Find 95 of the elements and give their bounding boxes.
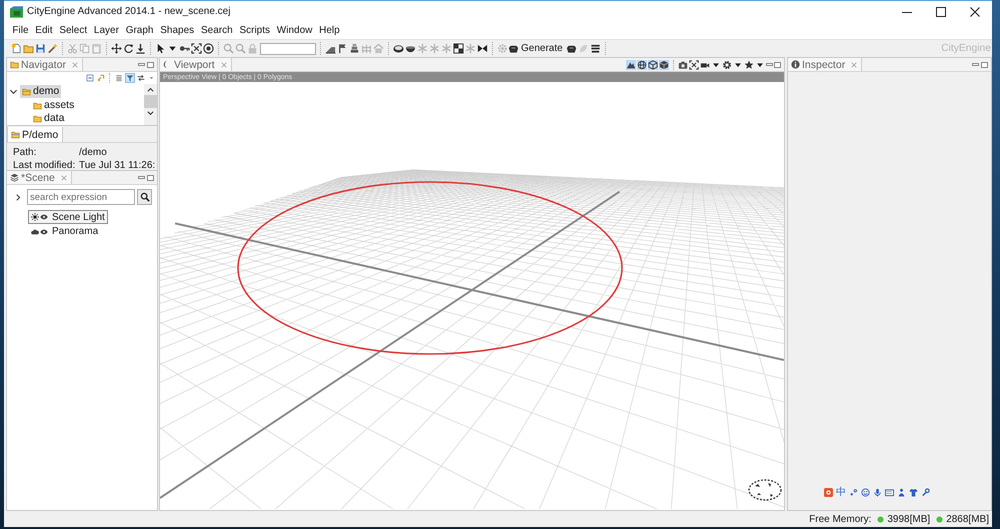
- keyboard-icon[interactable]: [885, 488, 894, 497]
- shirt-icon[interactable]: [909, 488, 918, 497]
- cloud-icon: [31, 228, 39, 236]
- wrench-icon[interactable]: [921, 488, 930, 497]
- filter-icon[interactable]: [124, 73, 134, 83]
- rotate-icon[interactable]: [122, 43, 134, 54]
- viewport-tab[interactable]: Viewport: [160, 58, 232, 71]
- camera-icon[interactable]: [678, 60, 688, 70]
- checker-tile-icon[interactable]: [452, 43, 464, 54]
- memory-reading: 2868[MB]: [946, 514, 989, 524]
- menu-item[interactable]: Edit: [32, 24, 56, 37]
- folder-icon[interactable]: [22, 43, 34, 54]
- blob-icon: [508, 43, 519, 54]
- sun-icon: [31, 213, 39, 222]
- inspector-tab[interactable]: Inspector: [788, 58, 862, 71]
- window-title: CityEngine Advanced 2014.1 - new_scene.cej: [27, 6, 230, 17]
- frame-corners-icon[interactable]: [190, 43, 202, 54]
- close-icon[interactable]: [970, 6, 980, 16]
- cube-outline-icon[interactable]: [648, 60, 658, 70]
- menu-item[interactable]: Graph: [122, 24, 157, 37]
- folder-icon: [10, 60, 19, 69]
- input-mode-label[interactable]: 中: [836, 487, 846, 498]
- properties-tab[interactable]: P/demo: [7, 127, 64, 142]
- eye-icon[interactable]: [40, 228, 48, 236]
- ellipse-shape[interactable]: [237, 181, 623, 355]
- wire-sphere-icon[interactable]: [637, 60, 647, 70]
- scrollbar-thumb[interactable]: [144, 95, 157, 108]
- menu-item[interactable]: Select: [56, 24, 90, 37]
- frame-corners-icon[interactable]: [689, 60, 699, 70]
- key-icon[interactable]: [178, 43, 190, 54]
- toolbar-input-field[interactable]: [260, 42, 316, 54]
- bowl-icon[interactable]: [404, 43, 416, 54]
- wand-icon[interactable]: [46, 43, 58, 54]
- gear-icon[interactable]: [722, 60, 732, 70]
- folder-icon: [11, 130, 20, 139]
- scene-object-row[interactable]: Scene Light: [28, 210, 108, 224]
- swap-arrows-icon[interactable]: [136, 73, 146, 83]
- menu-item[interactable]: Layer: [90, 24, 122, 37]
- target-icon[interactable]: [202, 43, 214, 54]
- chevron-right-icon[interactable]: [14, 192, 22, 202]
- property-value: Tue Jul 31 11:26:: [79, 160, 156, 170]
- memory-reading: 3998[MB]: [887, 514, 930, 524]
- scroll-up-icon[interactable]: [146, 86, 155, 93]
- disc-icon[interactable]: [392, 43, 404, 54]
- menu-item[interactable]: Shapes: [156, 24, 198, 37]
- list-icon[interactable]: [114, 73, 124, 83]
- generate-button[interactable]: Generate: [508, 42, 566, 54]
- search-icon: [140, 192, 150, 202]
- scene-tab[interactable]: *Scene: [7, 171, 72, 184]
- navigator-tab[interactable]: Navigator: [7, 58, 83, 71]
- tree-item[interactable]: data: [31, 112, 66, 126]
- menu-item[interactable]: Window: [273, 24, 316, 37]
- blob-icon[interactable]: [566, 43, 578, 54]
- memory-label: Free Memory:: [809, 514, 872, 524]
- solid-cube-icon[interactable]: [659, 60, 669, 70]
- compass-icon[interactable]: [748, 479, 782, 501]
- property-value: /demo: [79, 147, 107, 158]
- tree-item[interactable]: assets: [31, 98, 76, 112]
- microphone-icon[interactable]: [873, 488, 882, 497]
- mountain-icon[interactable]: [626, 60, 636, 70]
- info-icon: [791, 60, 800, 69]
- menu-item[interactable]: Search: [198, 24, 236, 37]
- menu-item[interactable]: File: [9, 24, 32, 37]
- search-field[interactable]: search expression: [27, 189, 135, 205]
- bow-tie-icon[interactable]: [476, 43, 488, 54]
- star-icon[interactable]: [744, 60, 754, 70]
- flag-icon[interactable]: [336, 43, 348, 54]
- stack-plates-icon[interactable]: [590, 43, 602, 54]
- person-icon[interactable]: [897, 488, 906, 497]
- perspective-label: CityEngine: [941, 43, 992, 54]
- app-logo-icon: [10, 6, 23, 18]
- status-dot-icon: [877, 516, 884, 522]
- layers-icon: [10, 173, 19, 182]
- search-button[interactable]: [137, 189, 152, 205]
- smiley-icon[interactable]: [861, 488, 870, 497]
- stack-icon[interactable]: [348, 43, 360, 54]
- maximize-icon[interactable]: [936, 6, 946, 16]
- collapse-all-icon[interactable]: [84, 73, 94, 83]
- new-file-icon[interactable]: [10, 43, 22, 54]
- menu-item[interactable]: Help: [316, 24, 344, 37]
- link-arrows-icon[interactable]: [96, 73, 106, 83]
- status-dot-icon: [936, 516, 944, 522]
- folder-icon: [22, 87, 31, 96]
- property-label: Last modified:: [13, 160, 76, 170]
- punctuation-icon[interactable]: [849, 488, 858, 497]
- down-arrow-icon[interactable]: [134, 43, 146, 54]
- scroll-down-icon[interactable]: [146, 110, 155, 117]
- chevron-down-icon[interactable]: [9, 87, 18, 96]
- input-method-logo-icon[interactable]: [824, 488, 833, 497]
- property-label: Path:: [13, 147, 38, 158]
- move-arrows-icon[interactable]: [110, 43, 122, 54]
- eye-icon[interactable]: [40, 213, 48, 222]
- menu-item[interactable]: Scripts: [236, 24, 274, 37]
- tree-item[interactable]: demo: [20, 85, 62, 98]
- scene-object-row[interactable]: Panorama: [28, 224, 102, 239]
